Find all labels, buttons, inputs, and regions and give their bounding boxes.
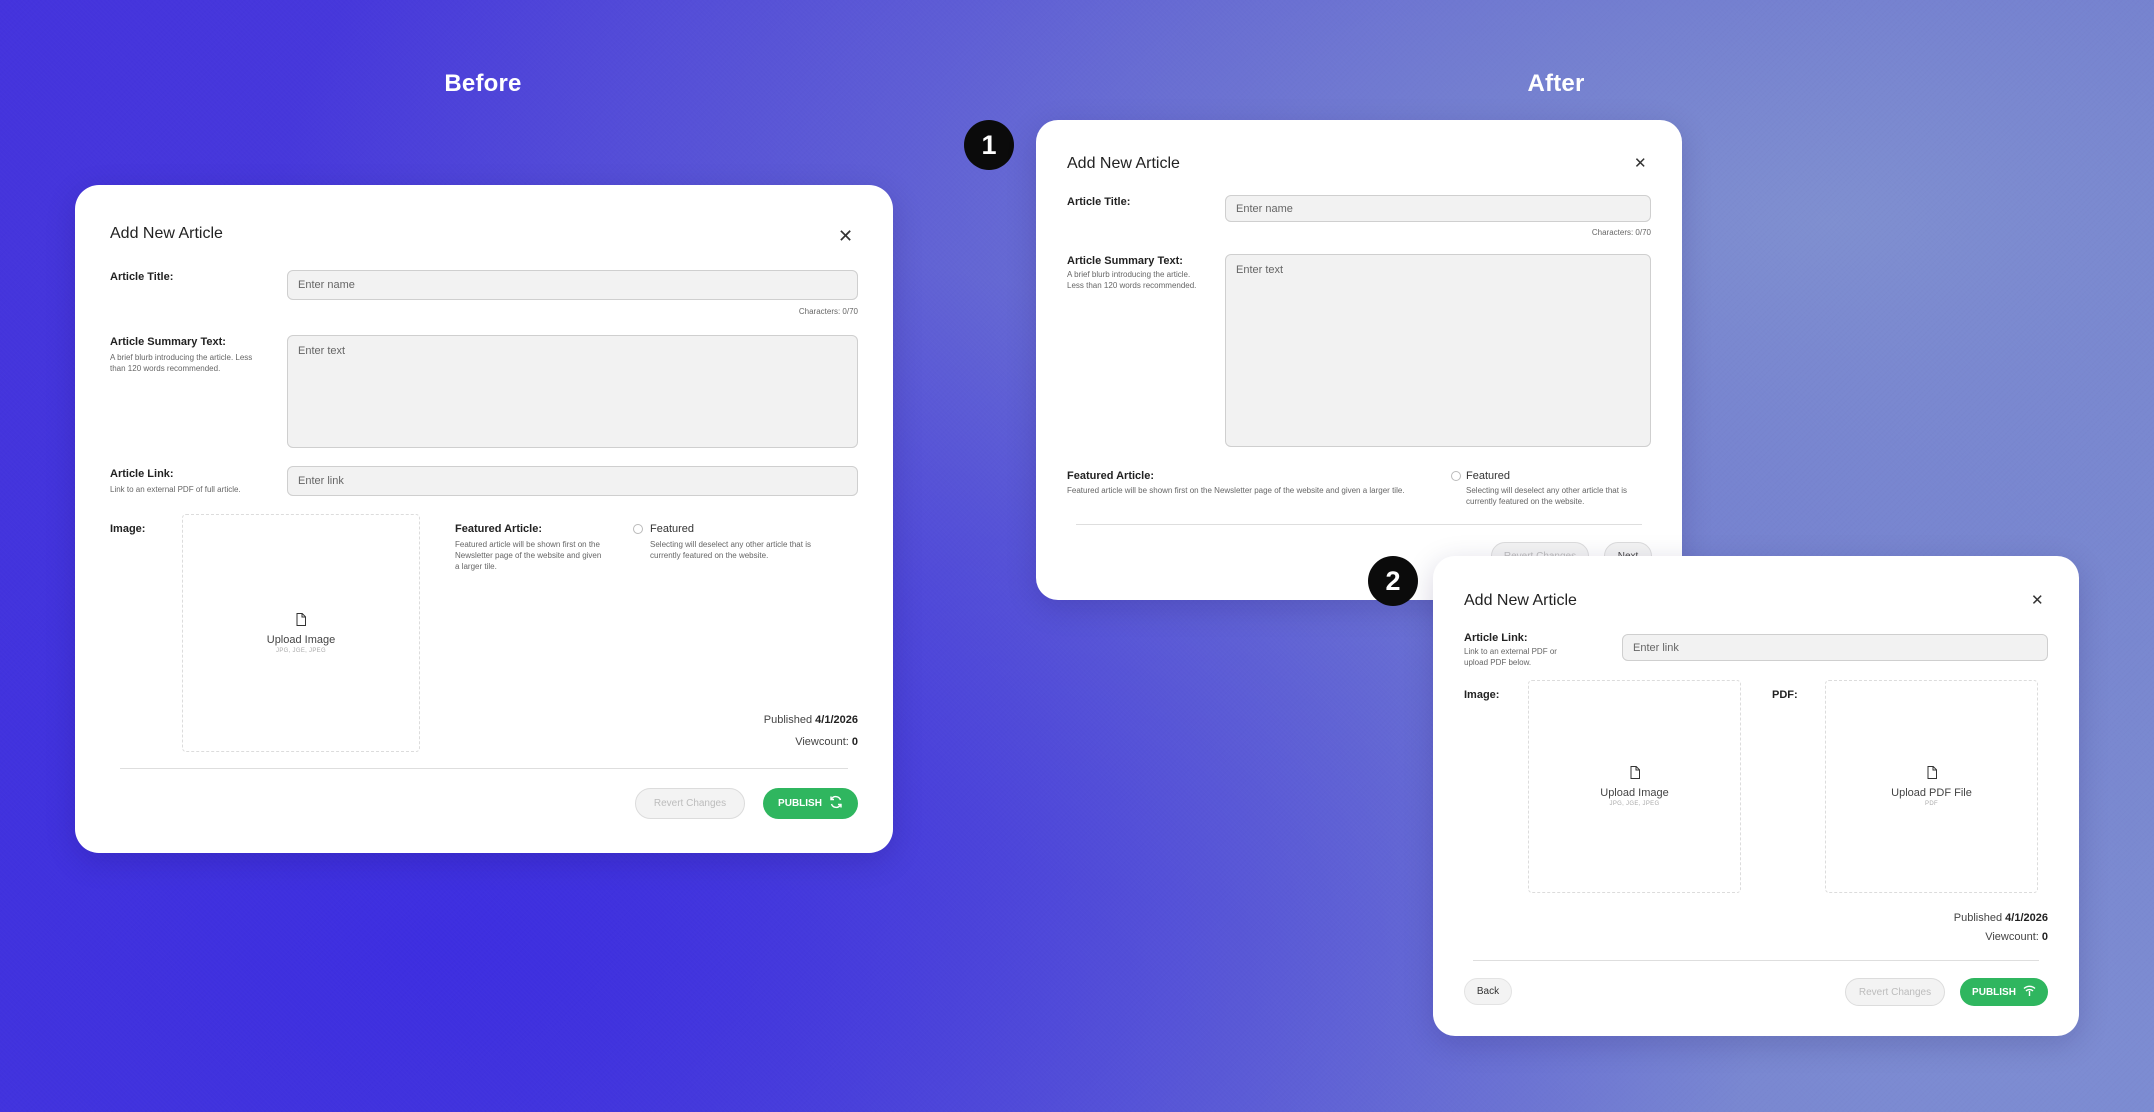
summary-label: Article Summary Text: — [110, 336, 226, 348]
featured-option-help: Selecting will deselect any other articl… — [1466, 486, 1627, 506]
summary-help: A brief blurb introducing the article. L… — [110, 353, 253, 373]
publish-button[interactable]: PUBLISH — [1960, 978, 2048, 1006]
published-date: 4/1/2026 — [2005, 912, 2048, 924]
published-meta: Published 4/1/2026 — [1748, 912, 2048, 924]
publish-button[interactable]: PUBLISH — [763, 788, 858, 819]
image-label: Image: — [110, 523, 146, 535]
summary-help: A brief blurb introducing the article. L… — [1067, 270, 1197, 290]
featured-label: Featured Article: — [1067, 470, 1155, 482]
link-input[interactable]: Enter link — [287, 466, 858, 496]
back-button[interactable]: Back — [1464, 978, 1512, 1005]
viewcount-meta: Viewcount: 0 — [1748, 931, 2048, 943]
article-title-input[interactable]: Enter name — [1225, 195, 1651, 222]
image-label: Image: — [1464, 689, 1500, 701]
summary-textarea[interactable]: Enter text — [1225, 254, 1651, 447]
featured-radio[interactable] — [633, 524, 643, 534]
sync-icon — [829, 795, 843, 812]
viewcount-label: Viewcount: — [1985, 931, 2039, 943]
step-2-badge: 2 — [1368, 556, 1418, 606]
modal-title: Add New Article — [1464, 592, 1577, 609]
featured-help: Featured article will be shown first on … — [1067, 486, 1405, 495]
summary-textarea[interactable]: Enter text — [287, 335, 858, 448]
featured-option-help: Selecting will deselect any other articl… — [650, 540, 811, 560]
upload-image-label: Upload Image — [1600, 787, 1669, 799]
featured-option-label: Featured — [650, 523, 695, 535]
close-icon[interactable]: ✕ — [2031, 593, 2044, 608]
featured-label: Featured Article: — [455, 523, 543, 535]
close-icon[interactable]: ✕ — [1634, 156, 1647, 171]
article-title-input[interactable]: Enter name — [287, 270, 858, 300]
character-counter: Characters: 0/70 — [1591, 228, 1651, 237]
featured-radio[interactable] — [1451, 471, 1461, 481]
pdf-label: PDF: — [1772, 689, 1798, 701]
image-upload-dropzone[interactable]: Upload Image JPG, JGE, JPEG — [182, 514, 420, 752]
footer-divider — [120, 768, 848, 769]
before-modal: Add New Article ✕ Article Title: Enter n… — [75, 185, 893, 853]
featured-help: Featured article will be shown first on … — [455, 540, 602, 571]
before-heading: Before — [444, 70, 522, 97]
close-icon[interactable]: ✕ — [838, 227, 853, 245]
article-title-label: Article Title: — [1067, 196, 1131, 208]
viewcount-value: 0 — [851, 736, 858, 748]
image-upload-dropzone[interactable]: Upload Image JPG, JGE, JPEG — [1528, 680, 1741, 893]
link-label: Article Link: — [110, 468, 174, 480]
modal-title: Add New Article — [1067, 155, 1180, 172]
featured-option-label: Featured — [1466, 470, 1511, 482]
after-heading: After — [1527, 70, 1585, 97]
character-counter: Characters: 0/70 — [798, 307, 858, 316]
footer-divider — [1473, 960, 2039, 961]
published-label: Published — [763, 714, 813, 726]
revert-changes-button[interactable]: Revert Changes — [635, 788, 745, 819]
link-label: Article Link: — [1464, 632, 1528, 644]
published-meta: Published 4/1/2026 — [558, 714, 858, 726]
summary-label: Article Summary Text: — [1067, 255, 1183, 267]
viewcount-value: 0 — [2041, 931, 2048, 943]
upload-pdf-hint: PDF — [1925, 801, 1938, 807]
published-date: 4/1/2026 — [815, 714, 858, 726]
publish-label: PUBLISH — [778, 798, 822, 809]
published-label: Published — [1953, 912, 2003, 924]
article-title-label: Article Title: — [110, 271, 174, 283]
upload-image-label: Upload Image — [266, 633, 336, 646]
file-icon — [296, 612, 306, 626]
upload-image-hint: JPG, JGE, JPEG — [276, 647, 326, 654]
broadcast-icon — [2023, 985, 2036, 1000]
after-step2-modal: Add New Article ✕ Article Link: Link to … — [1433, 556, 2079, 1036]
link-help: Link to an external PDF of full article. — [110, 485, 241, 494]
publish-label: PUBLISH — [1972, 986, 2016, 998]
upload-image-hint: JPG, JGE, JPEG — [1609, 801, 1660, 807]
after-step1-modal: Add New Article ✕ Article Title: Enter n… — [1036, 120, 1682, 600]
viewcount-meta: Viewcount: 0 — [558, 736, 858, 748]
revert-changes-button[interactable]: Revert Changes — [1845, 978, 1945, 1006]
file-icon — [1927, 766, 1937, 779]
upload-pdf-label: Upload PDF File — [1891, 787, 1972, 799]
viewcount-label: Viewcount: — [795, 736, 849, 748]
modal-title: Add New Article — [110, 225, 223, 242]
file-icon — [1630, 766, 1640, 779]
step-1-badge: 1 — [964, 120, 1014, 170]
pdf-upload-dropzone[interactable]: Upload PDF File PDF — [1825, 680, 2038, 893]
footer-divider — [1076, 524, 1642, 525]
link-input[interactable]: Enter link — [1622, 634, 2048, 661]
link-help: Link to an external PDF or upload PDF be… — [1464, 647, 1557, 667]
